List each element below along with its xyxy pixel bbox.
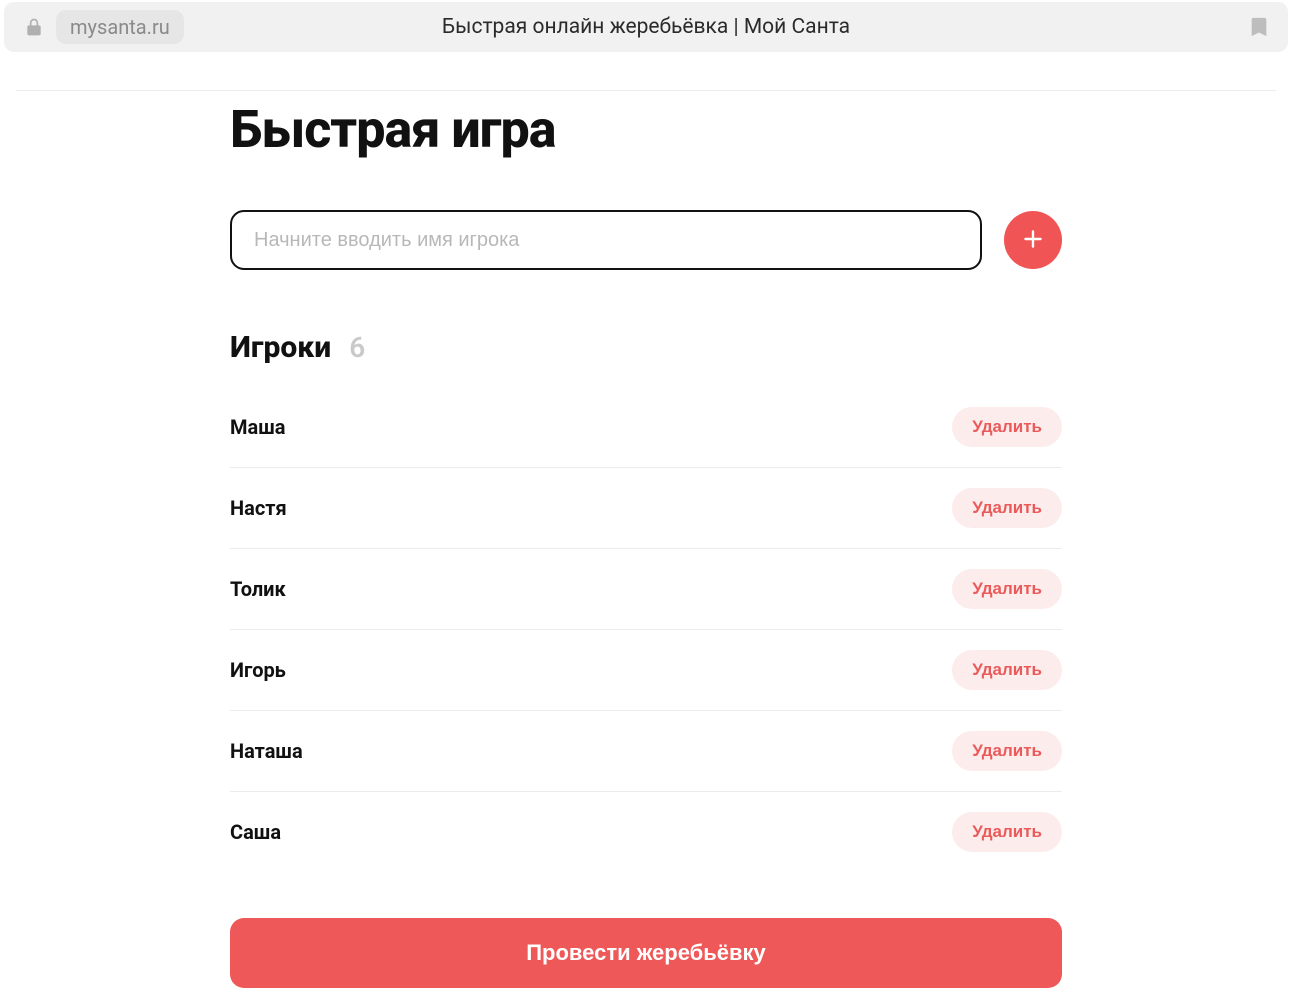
players-label: Игроки — [230, 330, 331, 365]
player-name: Игорь — [230, 658, 286, 682]
players-section-header: Игроки 6 — [230, 330, 1062, 365]
page-heading: Быстрая игра — [230, 99, 1062, 160]
player-name: Толик — [230, 577, 286, 601]
players-list: МашаУдалитьНастяУдалитьТоликУдалитьИгорь… — [230, 407, 1062, 872]
player-row: Толик Удалить — [230, 549, 1062, 630]
delete-player-button[interactable]: Удалить — [952, 407, 1062, 447]
add-player-row — [230, 210, 1062, 270]
main-content: Быстрая игра Игроки 6 Маша Удалить Настя Уд… — [230, 91, 1062, 988]
player-row: Игорь Удалить — [230, 630, 1062, 711]
browser-page-title: Быстрая онлайн жеребьёвка | Мой Санта — [4, 15, 1288, 39]
delete-player-button[interactable]: Удалить — [952, 731, 1062, 771]
player-name: Маша — [230, 415, 285, 439]
delete-player-button[interactable]: Удалить — [952, 488, 1062, 528]
player-row: Настя Удалить — [230, 468, 1062, 549]
player-name-input[interactable] — [230, 210, 982, 270]
player-name: Саша — [230, 820, 281, 844]
player-row: Маша Удалить — [230, 407, 1062, 468]
delete-player-button[interactable]: Удалить — [952, 569, 1062, 609]
run-draw-button[interactable]: Провести жеребьёвку — [230, 918, 1062, 988]
player-name: Наташа — [230, 739, 303, 763]
player-row: Саша Удалить — [230, 792, 1062, 872]
delete-player-button[interactable]: Удалить — [952, 812, 1062, 852]
players-count: 6 — [349, 331, 365, 364]
url-domain[interactable]: mysanta.ru — [56, 10, 184, 44]
player-name: Настя — [230, 496, 287, 520]
browser-address-bar: mysanta.ru Быстрая онлайн жеребьёвка | М… — [4, 2, 1288, 52]
lock-icon — [16, 9, 52, 45]
add-player-button[interactable] — [1004, 211, 1062, 269]
player-row: Наташа Удалить — [230, 711, 1062, 792]
plus-icon — [1020, 226, 1046, 255]
bookmark-icon[interactable] — [1248, 16, 1276, 38]
delete-player-button[interactable]: Удалить — [952, 650, 1062, 690]
